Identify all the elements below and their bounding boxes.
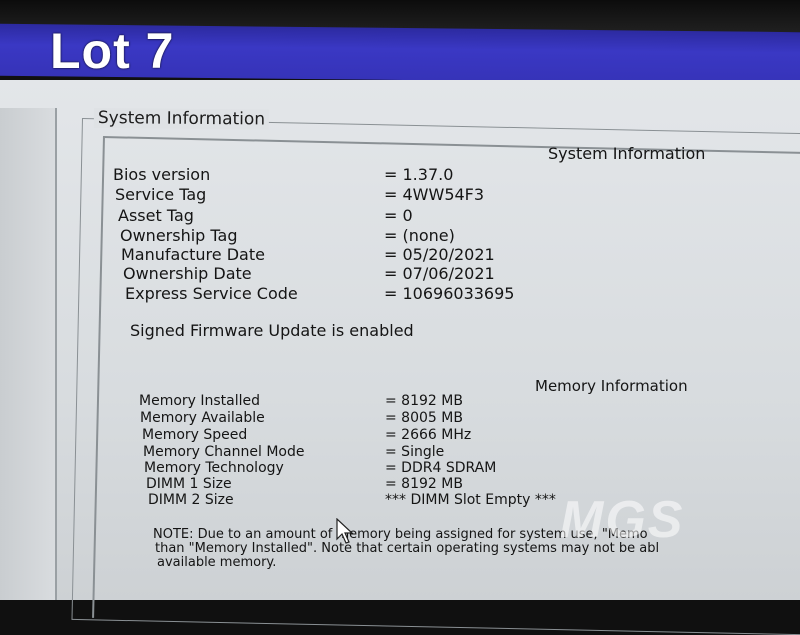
section-header: System Information (548, 144, 706, 163)
row-value-ownership-date: = 07/06/2021 (384, 264, 495, 283)
mem-value-channel-mode: = Single (385, 444, 445, 460)
memory-header: Memory Information (535, 377, 688, 395)
row-label-service-tag: Service Tag (115, 185, 207, 204)
mem-label-speed: Memory Speed (142, 427, 248, 443)
row-value-asset-tag: = 0 (384, 206, 413, 225)
row-value-manufacture-date: = 05/20/2021 (384, 245, 495, 264)
mem-label-available: Memory Available (140, 410, 265, 426)
mem-value-available: = 8005 MB (385, 410, 463, 426)
mem-label-technology: Memory Technology (144, 460, 284, 476)
row-value-express-service-code: = 10696033695 (384, 284, 515, 303)
row-label-asset-tag: Asset Tag (118, 206, 194, 225)
group-title: System Information (93, 108, 270, 130)
mem-value-installed: = 8192 MB (385, 393, 463, 409)
mem-value-dimm2: *** DIMM Slot Empty *** (385, 492, 556, 508)
row-label-bios-version: Bios version (113, 165, 211, 184)
mem-label-installed: Memory Installed (139, 393, 261, 409)
mem-label-dimm2: DIMM 2 Size (148, 492, 234, 508)
row-value-ownership-tag: = (none) (384, 226, 455, 245)
row-label-ownership-tag: Ownership Tag (120, 226, 238, 245)
mem-value-speed: = 2666 MHz (385, 427, 472, 443)
note-line-3: available memory. (157, 555, 277, 570)
mem-label-channel-mode: Memory Channel Mode (143, 444, 305, 460)
row-value-bios-version: = 1.37.0 (384, 165, 454, 184)
settings-tree-panel[interactable] (0, 108, 57, 600)
mem-label-dimm1: DIMM 1 Size (146, 476, 232, 492)
row-label-manufacture-date: Manufacture Date (121, 245, 265, 264)
row-label-ownership-date: Ownership Date (123, 264, 252, 283)
mem-value-technology: = DDR4 SDRAM (385, 460, 497, 476)
row-label-express-service-code: Express Service Code (125, 284, 298, 303)
mem-value-dimm1: = 8192 MB (385, 476, 463, 492)
mgs-watermark-logo: MGS (560, 491, 685, 549)
mouse-cursor-icon (336, 518, 354, 544)
lot-label: Lot 7 (50, 23, 175, 79)
row-value-service-tag: = 4WW54F3 (384, 185, 485, 204)
firmware-status: Signed Firmware Update is enabled (130, 321, 414, 340)
